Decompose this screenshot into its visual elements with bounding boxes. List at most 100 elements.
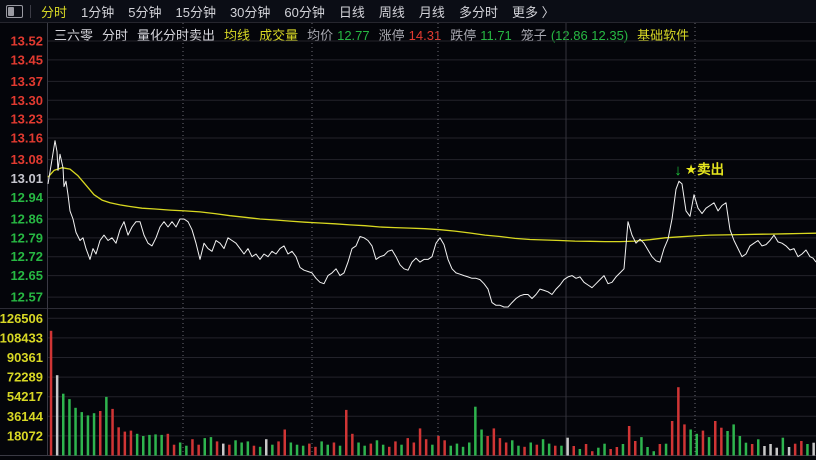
volume-bar	[763, 446, 766, 456]
volume-bar	[271, 444, 274, 456]
volume-bar	[627, 426, 631, 456]
volume-bar	[369, 443, 373, 456]
price-tick-label: 13.52	[10, 33, 43, 48]
volume-bar	[732, 424, 735, 456]
volume-bar	[461, 446, 465, 456]
volume-bar	[123, 431, 127, 456]
volume-bar	[492, 428, 496, 456]
volume-tick-label: 90361	[7, 350, 43, 365]
volume-bar	[55, 375, 59, 456]
volume-tick-label: 126506	[0, 311, 43, 326]
volume-bar	[99, 411, 102, 456]
volume-bar	[498, 438, 502, 456]
price-tick-label: 12.65	[10, 268, 43, 283]
volume-bar	[406, 438, 409, 456]
intraday-chart[interactable]: ↓ ★卖出 13.52 13.45 13.37 13.30 13.23 13.16 13.08 1…	[0, 0, 816, 460]
volume-bar	[228, 444, 231, 456]
volume-bar	[62, 393, 65, 456]
price-tick-label: 13.45	[10, 52, 43, 67]
price-tick-label: 12.79	[10, 230, 43, 245]
volume-bar	[584, 444, 588, 456]
volume-bar	[744, 442, 748, 456]
volume-bar	[320, 441, 323, 456]
volume-bar	[301, 445, 305, 456]
volume-bar	[388, 446, 391, 456]
volume-bar	[572, 446, 575, 456]
volume-bar	[658, 444, 662, 456]
volume-bar	[455, 443, 459, 456]
volume-bar	[252, 445, 256, 456]
price-tick-label: 12.86	[10, 211, 43, 226]
volume-bar	[615, 447, 619, 456]
volume-tick-label: 36144	[7, 409, 44, 424]
volume-bar	[148, 434, 151, 456]
volume-bar	[683, 424, 686, 456]
volume-bar	[178, 442, 182, 456]
volume-bar	[547, 443, 551, 456]
volume-bar	[504, 442, 508, 456]
volume-bar	[74, 407, 77, 456]
volume-bar	[412, 442, 416, 456]
price-tick-label: 13.16	[10, 131, 43, 146]
volume-bar	[166, 433, 170, 456]
volume-bar	[449, 445, 452, 456]
volume-bar	[578, 449, 582, 456]
volume-bar	[172, 444, 176, 456]
volume-bar	[185, 445, 188, 456]
volume-bar	[689, 429, 692, 456]
volume-bar	[326, 444, 329, 456]
volume-bar	[357, 442, 360, 456]
volume-bar	[80, 412, 83, 456]
volume-bar	[394, 441, 397, 456]
volume-bar	[160, 434, 163, 456]
volume-bar	[793, 443, 797, 456]
volume-bar	[351, 433, 354, 456]
volume-bar	[591, 451, 594, 456]
volume-bar	[92, 413, 96, 456]
volume-bar	[295, 444, 299, 456]
price-tick-label: 12.94	[10, 190, 43, 205]
volume-bar	[283, 429, 286, 456]
price-tick-label: 13.23	[10, 112, 43, 127]
volume-bar	[468, 442, 471, 456]
volume-bar	[781, 437, 785, 456]
volume-bar	[215, 441, 219, 456]
volume-bar	[701, 430, 705, 456]
volume-bar	[597, 447, 600, 456]
volume-bar	[308, 443, 311, 456]
volume-bar	[750, 444, 754, 456]
volume-bar	[511, 440, 514, 456]
volume-tick-label: 108433	[0, 330, 43, 345]
volume-bar	[105, 396, 108, 456]
volume-bar	[806, 444, 809, 456]
volume-bar	[117, 427, 120, 456]
volume-bar	[234, 440, 237, 456]
price-tick-label: 13.30	[10, 93, 43, 108]
price-tick-label: 12.72	[10, 249, 43, 264]
volume-bar	[621, 444, 625, 456]
volume-bar	[203, 438, 206, 456]
volume-bar	[664, 443, 668, 456]
volume-bar	[363, 445, 366, 456]
price-tick-label: 13.37	[10, 74, 43, 89]
volume-bar	[677, 387, 680, 456]
volume-bar	[634, 441, 637, 456]
volume-bar	[757, 439, 760, 456]
volume-bar	[277, 441, 280, 456]
volume-bar	[523, 446, 526, 456]
volume-bar	[424, 439, 428, 456]
volume-bar	[289, 442, 293, 456]
volume-bar	[86, 415, 90, 456]
volume-bar	[652, 451, 655, 456]
volume-bar	[400, 444, 403, 456]
volume-bar	[142, 436, 145, 456]
volume-bar	[437, 436, 440, 456]
volume-bar	[111, 408, 114, 456]
volume-bar	[646, 447, 649, 456]
volume-bar	[775, 447, 778, 456]
volume-bar	[609, 449, 612, 456]
volume-bar	[554, 445, 557, 456]
volume-tick-label: 18072	[7, 428, 43, 443]
volume-bar	[191, 439, 194, 456]
volume-bar	[800, 441, 803, 456]
